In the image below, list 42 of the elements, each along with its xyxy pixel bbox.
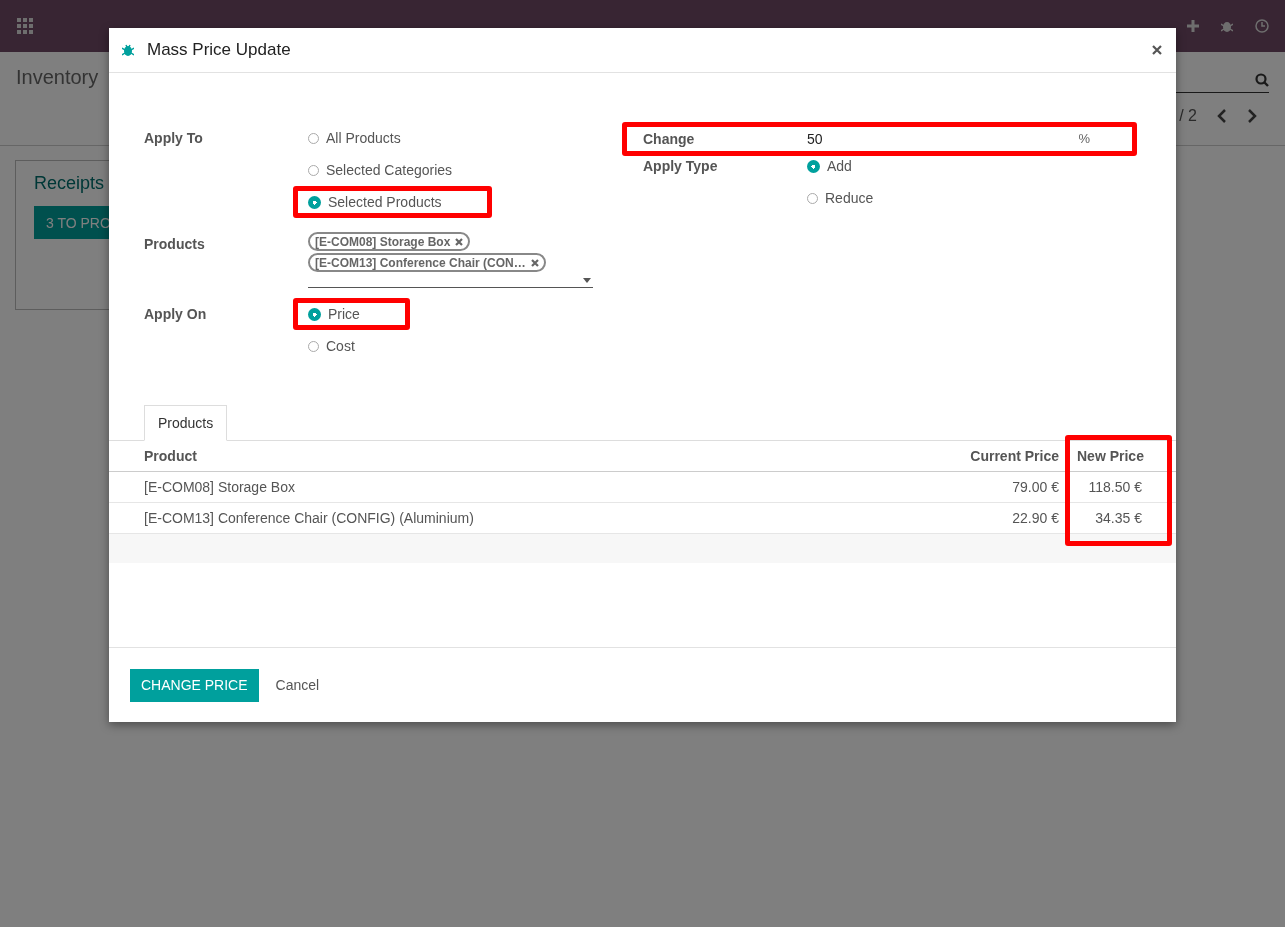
bug-icon (1221, 19, 1233, 33)
table-cell-text: 79.00 € (1011, 479, 1060, 495)
radio-option[interactable]: Selected Categories (303, 156, 498, 184)
percent-unit: % (1078, 131, 1090, 147)
column-header[interactable]: New Price (1068, 448, 1176, 464)
column-header[interactable]: Current Price (934, 448, 1068, 464)
product-tag: [E-COM13] Conference Chair (CON… (308, 253, 546, 272)
radio-option[interactable]: Reduce (802, 184, 919, 212)
table-cell-text: [E-COM13] Conference Chair (CONFIG) (Aluminium) (143, 510, 475, 526)
field-label: Products (144, 235, 206, 253)
caret-icon (583, 278, 591, 283)
next-icon[interactable] (1247, 109, 1257, 123)
table-cell-text: 34.35 € (1094, 510, 1143, 526)
remove-icon[interactable] (455, 237, 464, 246)
field-label: Apply To (144, 129, 204, 147)
apps-menu-icon[interactable] (17, 18, 33, 34)
plus-icon (1187, 20, 1199, 32)
tab[interactable]: Products (144, 405, 228, 441)
close-icon[interactable] (1152, 45, 1162, 55)
field-label: Change (643, 130, 696, 148)
table-cell-text: 118.50 € (1087, 479, 1143, 495)
breadcrumb-title: Inventory (16, 66, 99, 89)
radio-option[interactable]: Add (802, 152, 897, 180)
change-field[interactable]: 50 % (807, 131, 1116, 147)
column-header[interactable]: Product (109, 448, 934, 464)
radio-option[interactable]: Cost (303, 332, 400, 360)
table-cell-text: [E-COM08] Storage Box (143, 479, 296, 495)
remove-icon[interactable] (530, 258, 539, 267)
radio-option[interactable]: Selected Products (293, 186, 492, 218)
field-label: Apply On (144, 305, 208, 323)
clock-icon (1255, 19, 1269, 33)
search-icon (1255, 73, 1269, 87)
radio-option[interactable]: Price (293, 298, 410, 330)
table-cell-text: 22.90 € (1011, 510, 1060, 526)
field-label: Apply Type (643, 157, 719, 175)
pager-value: / 2 (1179, 107, 1197, 125)
radio-option[interactable]: All Products (303, 124, 446, 152)
dialog-title: Mass Price Update (147, 40, 291, 60)
bug-icon (122, 43, 134, 57)
card-title: Receipts (34, 173, 105, 194)
product-tag: [E-COM08] Storage Box (308, 232, 471, 251)
previous-icon[interactable] (1217, 109, 1227, 123)
